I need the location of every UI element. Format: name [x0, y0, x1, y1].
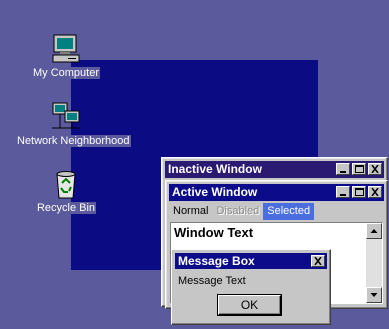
message-box[interactable]: Message Box Message Text OK	[171, 249, 331, 325]
menu-item-disabled: Disabled	[216, 205, 260, 217]
scroll-up-button[interactable]	[366, 223, 382, 239]
window-text: Window Text	[174, 225, 254, 240]
inactive-window-titlebar[interactable]: Inactive Window	[165, 161, 384, 178]
close-button[interactable]	[368, 186, 382, 198]
maximize-button[interactable]	[352, 163, 366, 175]
desktop-icon-my-computer[interactable]: My Computer	[16, 33, 116, 79]
message-text: Message Text	[178, 275, 246, 287]
inactive-window-title: Inactive Window	[168, 162, 262, 176]
arrow-down-icon	[370, 293, 378, 297]
maximize-button[interactable]	[352, 186, 366, 198]
computer-icon	[52, 34, 80, 63]
network-icon	[52, 102, 80, 129]
message-box-title: Message Box	[178, 254, 255, 268]
desktop-icon-network-neighborhood[interactable]: Network Neighborhood	[16, 101, 131, 147]
minimize-button[interactable]	[336, 163, 350, 175]
message-box-titlebar[interactable]: Message Box	[175, 253, 327, 269]
menu-bar: Normal Disabled Selected	[169, 203, 384, 220]
menu-item-normal[interactable]: Normal	[169, 203, 212, 220]
minimize-button[interactable]	[336, 186, 350, 198]
scroll-down-button[interactable]	[366, 287, 382, 303]
desktop-icon-label: Network Neighborhood	[16, 135, 131, 147]
vertical-scrollbar[interactable]	[366, 223, 382, 303]
arrow-up-icon	[370, 229, 378, 233]
active-window-titlebar[interactable]: Active Window	[169, 184, 384, 201]
minimize-icon	[340, 194, 346, 196]
close-icon	[371, 188, 379, 196]
maximize-icon	[355, 188, 364, 196]
desktop-icon-label: My Computer	[31, 67, 101, 79]
maximize-icon	[355, 165, 364, 173]
close-button[interactable]	[311, 255, 325, 267]
close-button[interactable]	[368, 163, 382, 175]
ok-button[interactable]: OK	[218, 295, 281, 315]
desktop-icon-label: Recycle Bin	[35, 202, 97, 214]
active-window-title: Active Window	[172, 185, 258, 199]
menu-item-selected[interactable]: Selected	[263, 203, 315, 220]
close-icon	[314, 257, 322, 265]
recycle-bin-icon	[56, 171, 76, 199]
close-icon	[371, 165, 379, 173]
minimize-icon	[340, 171, 346, 173]
desktop-icon-recycle-bin[interactable]: Recycle Bin	[16, 168, 116, 214]
